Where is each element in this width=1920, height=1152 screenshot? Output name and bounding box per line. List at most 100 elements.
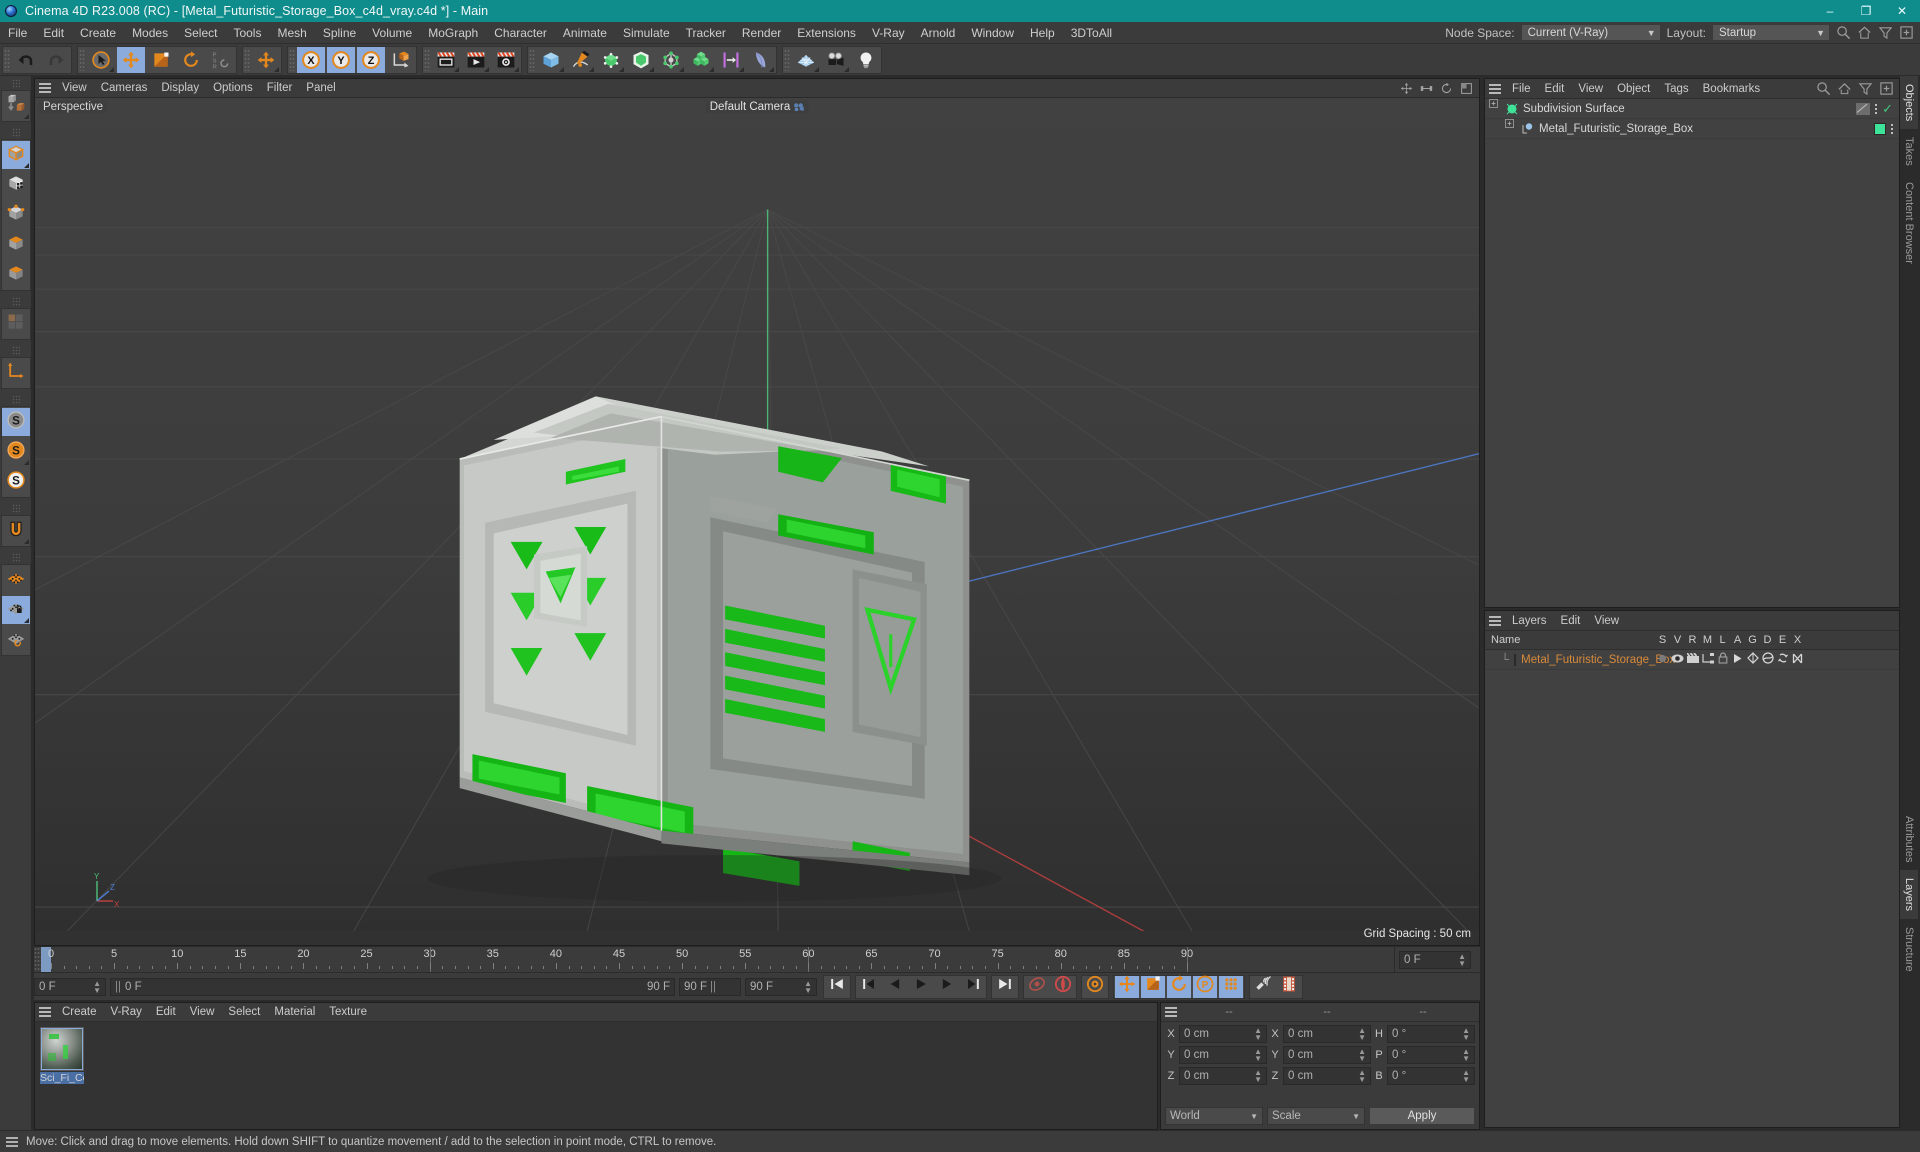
record-active-objects-button[interactable] [1025, 976, 1049, 998]
palette-grip[interactable] [11, 553, 20, 563]
vtab-structure[interactable]: Structure [1900, 919, 1918, 980]
add-deformer-button[interactable] [657, 47, 685, 73]
layer-column-r[interactable]: R [1685, 634, 1700, 646]
search-icon[interactable] [1816, 81, 1831, 96]
scale-key-button[interactable] [1141, 975, 1165, 998]
layer-menu-icon[interactable] [1485, 615, 1505, 626]
layer-render-icon[interactable] [1685, 651, 1700, 667]
coord-position-input[interactable]: 0 cm ▲ ▼ [1179, 1046, 1267, 1064]
object-row[interactable]: + Metal_Futuristic_Storage_Box [1485, 118, 1899, 139]
model-mode-button[interactable] [1, 141, 30, 169]
edges-mode-button[interactable] [2, 231, 30, 259]
status-menu-icon[interactable] [4, 1136, 20, 1147]
menu-select[interactable]: Select [176, 22, 225, 44]
material-menu-edit[interactable]: Edit [149, 1003, 183, 1022]
home-icon[interactable] [1857, 25, 1872, 40]
live-selection-tool[interactable] [87, 47, 115, 73]
tree-expand-toggle[interactable]: + [1505, 118, 1519, 139]
magnet-tool-button[interactable] [2, 517, 30, 545]
coord-size-input[interactable]: 0 cm ▲ ▼ [1283, 1025, 1371, 1043]
material-menu-v-ray[interactable]: V-Ray [104, 1003, 149, 1022]
vtab-objects[interactable]: Objects [1900, 76, 1918, 130]
menu-window[interactable]: Window [963, 22, 1022, 44]
vtab-layers[interactable]: Layers [1900, 870, 1918, 920]
node-space-select[interactable]: Current (V-Ray) ▼ [1520, 24, 1661, 41]
workplane-button[interactable] [2, 566, 30, 594]
viewport-menu-panel[interactable]: Panel [299, 79, 342, 98]
play-button[interactable] [909, 976, 933, 998]
menu-v-ray[interactable]: V-Ray [864, 22, 913, 44]
spinner-icon[interactable]: ▲ ▼ [1458, 952, 1466, 967]
menu-mesh[interactable]: Mesh [269, 22, 314, 44]
spinner-icon[interactable]: ▲ ▼ [1254, 1048, 1262, 1063]
viewport-menu-display[interactable]: Display [154, 79, 206, 98]
tag-dots-icon[interactable] [1891, 123, 1893, 134]
spinner-icon[interactable]: ▲ ▼ [1462, 1069, 1470, 1084]
apply-button[interactable]: Apply [1369, 1107, 1475, 1125]
redo-button[interactable] [42, 47, 70, 73]
close-button[interactable]: ✕ [1884, 0, 1920, 22]
spinner-icon[interactable]: ▲ ▼ [1254, 1069, 1262, 1084]
object-menu-file[interactable]: File [1505, 79, 1538, 99]
material-menu-create[interactable]: Create [55, 1003, 104, 1022]
spinner-icon[interactable]: ▲ ▼ [1254, 1027, 1262, 1042]
go-to-previous-key-button[interactable] [857, 976, 881, 998]
layer-menu-layers[interactable]: Layers [1505, 611, 1554, 631]
step-forward-button[interactable] [935, 976, 959, 998]
spinner-icon[interactable]: ▲ ▼ [93, 979, 101, 994]
undo-button[interactable] [12, 47, 40, 73]
points-mode-button[interactable] [2, 201, 30, 229]
coordinate-system-select[interactable]: World ▼ [1165, 1107, 1263, 1125]
lock-workplane-button[interactable] [1, 596, 30, 624]
object-menu-edit[interactable]: Edit [1538, 79, 1572, 99]
viewport-scale-icon[interactable] [1420, 82, 1433, 95]
layer-column-s[interactable]: S [1655, 634, 1670, 646]
coord-position-input[interactable]: 0 cm ▲ ▼ [1179, 1025, 1267, 1043]
material-menu-icon[interactable] [35, 1007, 55, 1017]
palette-grip[interactable] [11, 128, 20, 138]
menu-modes[interactable]: Modes [124, 22, 176, 44]
keyframe-selection-button[interactable] [1083, 975, 1107, 998]
scale-tool[interactable] [147, 47, 175, 73]
menu-simulate[interactable]: Simulate [615, 22, 678, 44]
layer-visible-icon[interactable] [1670, 653, 1685, 667]
layer-lock-icon[interactable] [1715, 652, 1730, 667]
coord-rotation-input[interactable]: 0 ° ▲ ▼ [1387, 1025, 1475, 1043]
spinner-icon[interactable]: ▲ ▼ [804, 979, 812, 994]
menu-create[interactable]: Create [72, 22, 124, 44]
menu-arnold[interactable]: Arnold [913, 22, 964, 44]
add-floor-button[interactable] [792, 47, 820, 73]
coord-position-input[interactable]: 0 cm ▲ ▼ [1179, 1067, 1267, 1085]
lock-z-axis-button[interactable]: Z [357, 46, 385, 73]
minimize-button[interactable]: – [1812, 0, 1848, 22]
tag-dots-icon[interactable] [1875, 103, 1878, 114]
layer-column-a[interactable]: A [1730, 634, 1745, 646]
layer-deformer-icon[interactable] [1760, 652, 1775, 667]
menu-volume[interactable]: Volume [364, 22, 420, 44]
lock-y-axis-button[interactable]: Y [327, 46, 355, 73]
render-settings-button[interactable] [492, 47, 520, 73]
menu-mograph[interactable]: MoGraph [420, 22, 486, 44]
render-view-button[interactable] [432, 47, 460, 73]
coordinate-mode-select[interactable]: Scale ▼ [1267, 1107, 1365, 1125]
spinner-icon[interactable]: ▲ ▼ [1462, 1048, 1470, 1063]
autokeying-button[interactable] [1051, 975, 1075, 998]
timeline-ruler[interactable]: 051015202530354045505560657075808590 [41, 947, 1394, 972]
layer-manager-icon[interactable] [1700, 652, 1715, 667]
menu-help[interactable]: Help [1022, 22, 1063, 44]
material-menu-view[interactable]: View [183, 1003, 222, 1022]
layer-xref-icon[interactable] [1790, 653, 1805, 667]
maximize-button[interactable]: ❐ [1848, 0, 1884, 22]
viewport-menu-icon[interactable] [35, 83, 55, 93]
layer-solo-icon[interactable] [1655, 653, 1670, 667]
layer-column-x[interactable]: X [1790, 634, 1805, 646]
object-tree[interactable]: + Subdivision Surface ✓ + Metal_Futuristic_S… [1485, 99, 1899, 607]
coord-rotation-input[interactable]: 0 ° ▲ ▼ [1387, 1067, 1475, 1085]
add-light-button[interactable] [852, 47, 880, 73]
viewport-3d[interactable]: Perspective Default Camera Grid Spacing … [35, 98, 1479, 945]
go-to-end-button[interactable] [993, 976, 1017, 998]
menu-extensions[interactable]: Extensions [789, 22, 864, 44]
layer-column-v[interactable]: V [1670, 634, 1685, 646]
menu-3dtoall[interactable]: 3DToAll [1063, 22, 1120, 44]
layer-column-d[interactable]: D [1760, 634, 1775, 646]
